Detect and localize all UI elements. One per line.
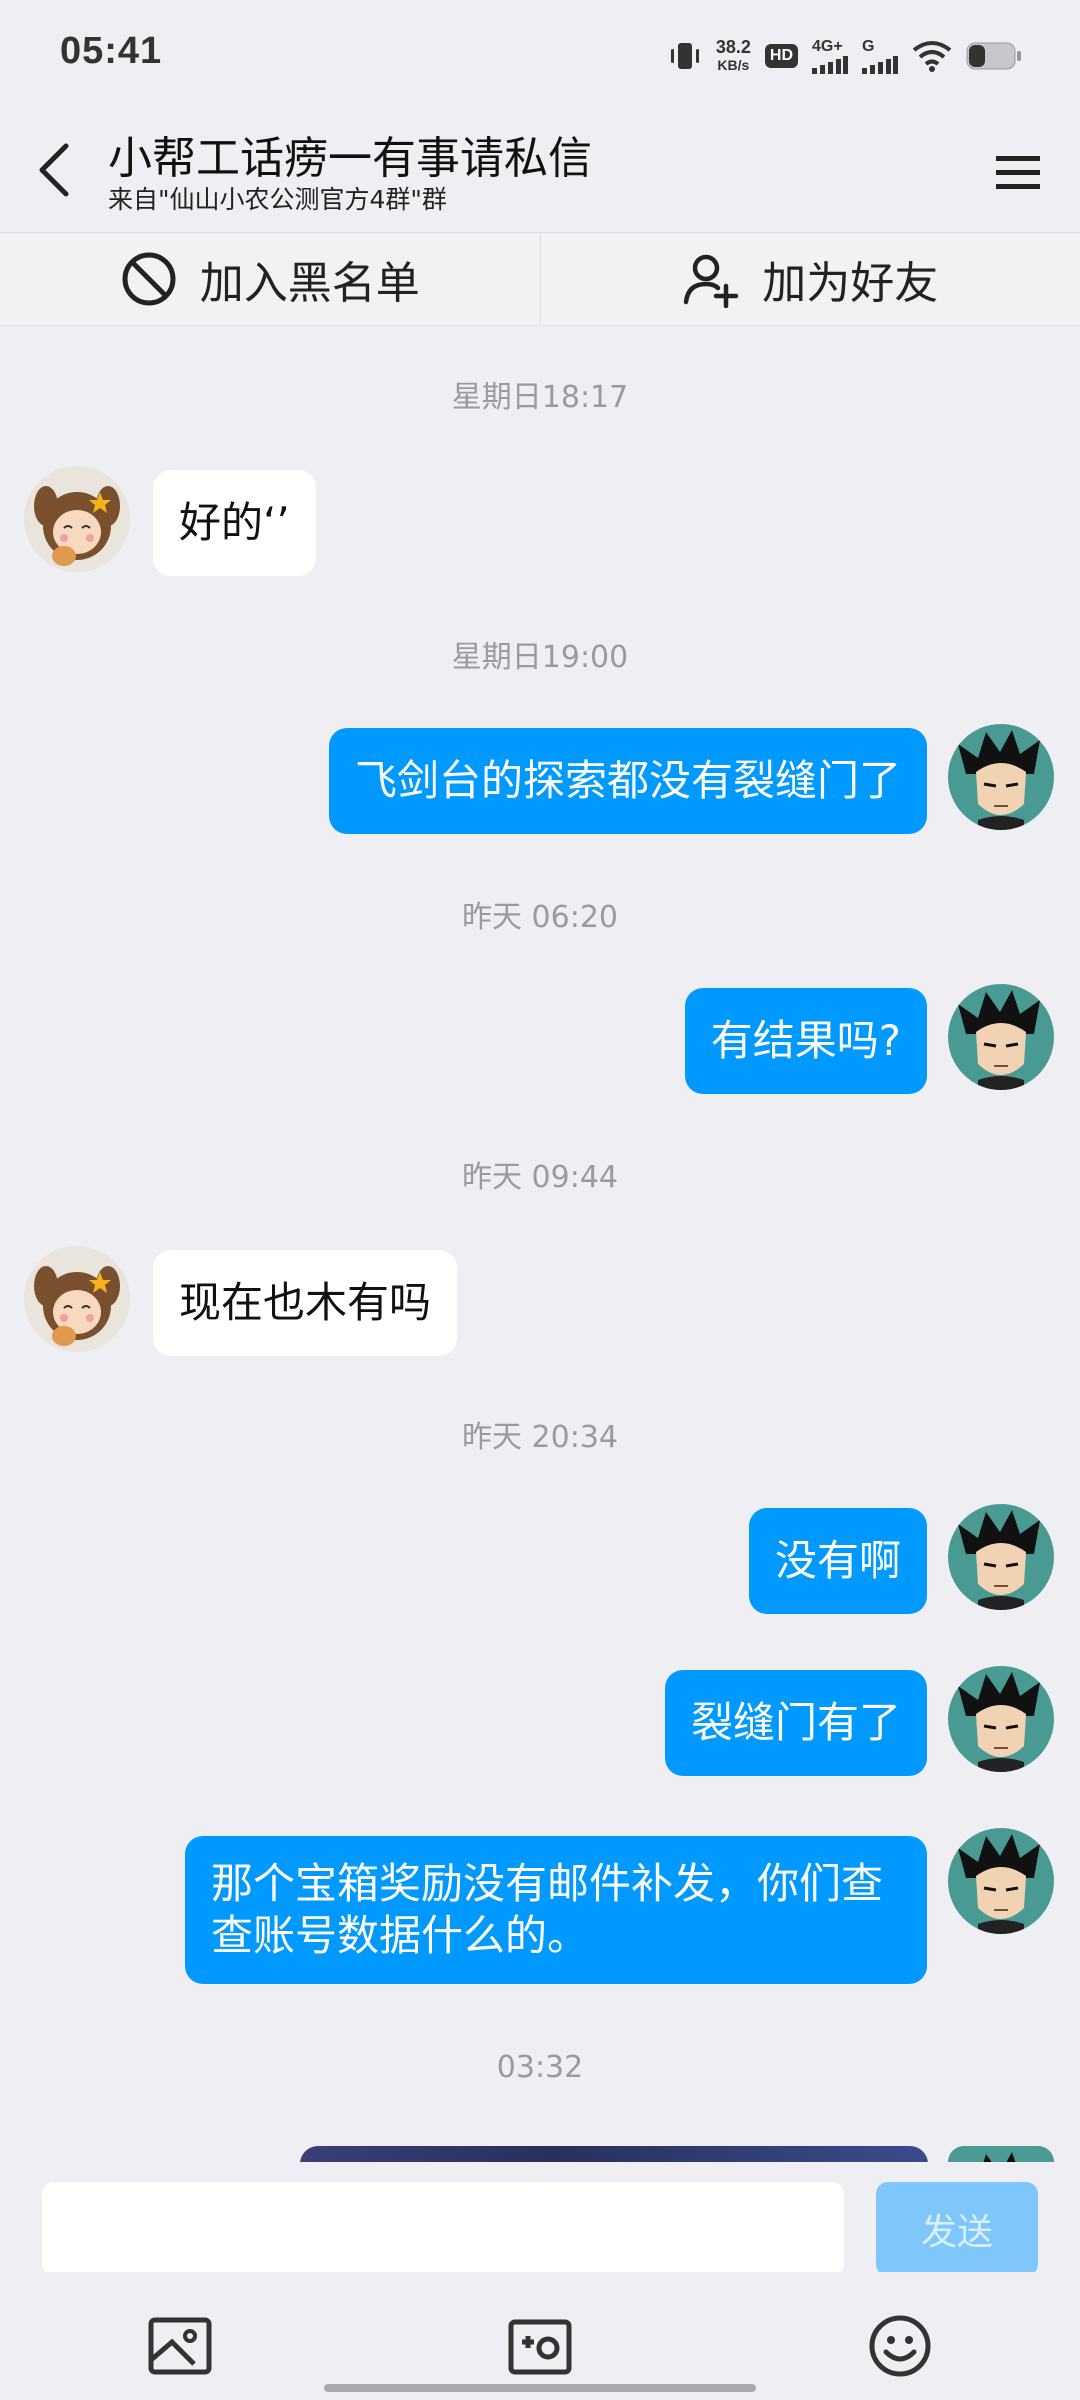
back-button[interactable] [30, 132, 80, 208]
my-avatar[interactable] [948, 1828, 1054, 1934]
battery-icon [966, 42, 1021, 70]
chat-subtitle: 来自"仙山小农公测官方4群"群 [108, 185, 447, 214]
image-button[interactable] [146, 2312, 214, 2380]
anime-boy-avatar-icon [948, 1666, 1054, 1772]
net-speed-value: 38.2 [715, 37, 751, 57]
status-bar: 05:41 38.2 KB/s HD 4G+ G [0, 0, 1080, 112]
blacklist-button[interactable]: 加入黑名单 [0, 233, 540, 325]
outgoing-message[interactable]: 裂缝门有了 [664, 1670, 927, 1776]
add-user-icon [684, 254, 739, 308]
message-timestamp: 昨天 09:44 [462, 1160, 618, 1195]
chevron-left-icon [39, 143, 69, 197]
message-timestamp: 昨天 20:34 [462, 1420, 618, 1455]
emoji-icon [869, 2315, 931, 2377]
hamburger-menu-icon [996, 156, 1040, 189]
my-avatar[interactable] [948, 724, 1054, 830]
status-icons: 38.2 KB/s HD 4G+ G [668, 36, 1022, 76]
action-bar: 加入黑名单 加为好友 [0, 232, 1080, 326]
my-avatar[interactable] [948, 984, 1054, 1090]
anime-boy-avatar-icon [948, 724, 1054, 830]
incoming-message[interactable]: 好的‘’ [153, 470, 316, 576]
anime-boy-avatar-icon [948, 1828, 1054, 1934]
girl-avatar-icon [24, 1246, 130, 1352]
send-button[interactable]: 发送 [876, 2182, 1038, 2276]
emoji-button[interactable] [866, 2312, 934, 2380]
status-time: 05:41 [60, 30, 163, 72]
net-speed: 38.2 KB/s [716, 38, 751, 74]
outgoing-message[interactable]: 那个宝箱奖励没有邮件补发，你们查查账号数据什么的。 [185, 1836, 927, 1984]
contact-avatar[interactable] [24, 466, 130, 572]
outgoing-message[interactable]: 飞剑台的探索都没有裂缝门了 [328, 728, 927, 834]
incoming-message[interactable]: 现在也木有吗 [153, 1250, 458, 1356]
chat-title: 小帮工话痨一有事请私信 [108, 133, 592, 184]
signal-g-icon: G [862, 38, 898, 74]
camera-button[interactable] [506, 2312, 574, 2380]
bottom-toolbar [0, 2272, 1080, 2400]
outgoing-message[interactable]: 有结果吗? [684, 988, 927, 1094]
signal-4g-icon: 4G+ [812, 38, 848, 74]
net-speed-unit: KB/s [717, 57, 750, 73]
hd-icon: HD [764, 44, 798, 68]
home-indicator[interactable] [324, 2384, 756, 2392]
image-icon [148, 2317, 212, 2375]
girl-avatar-icon [24, 466, 130, 572]
wifi-icon [912, 41, 952, 72]
anime-boy-avatar-icon [948, 984, 1054, 1090]
vibrate-icon [670, 43, 699, 69]
message-timestamp: 昨天 06:20 [462, 900, 618, 935]
blacklist-label: 加入黑名单 [199, 258, 420, 309]
message-timestamp: 星期日19:00 [451, 640, 629, 675]
outgoing-message[interactable]: 没有啊 [748, 1508, 927, 1614]
contact-avatar[interactable] [24, 1246, 130, 1352]
chat-messages[interactable]: 星期日18:17 好的‘’ 星期日19:00 飞剑台的探索都没有裂缝门了 昨天 … [0, 326, 1080, 2162]
camera-icon [508, 2319, 572, 2375]
my-avatar[interactable] [948, 1504, 1054, 1610]
anime-boy-avatar-icon [948, 2146, 1054, 2162]
message-timestamp: 03:32 [496, 2050, 584, 2085]
anime-boy-avatar-icon [948, 1504, 1054, 1610]
my-avatar[interactable] [948, 2146, 1054, 2162]
block-icon [122, 252, 176, 306]
add-friend-button[interactable]: 加为好友 [539, 233, 1080, 325]
outgoing-image-message[interactable] [300, 2146, 928, 2162]
message-timestamp: 星期日18:17 [451, 380, 629, 415]
add-friend-label: 加为好友 [762, 258, 939, 309]
network-label: 4G+ [812, 38, 843, 55]
message-input[interactable] [42, 2182, 844, 2276]
my-avatar[interactable] [948, 1666, 1054, 1772]
menu-button[interactable] [992, 140, 1044, 200]
input-bar: 发送 [0, 2162, 1080, 2276]
network2-label: G [862, 38, 875, 55]
chat-header: 小帮工话痨一有事请私信 来自"仙山小农公测官方4群"群 [0, 112, 1080, 232]
